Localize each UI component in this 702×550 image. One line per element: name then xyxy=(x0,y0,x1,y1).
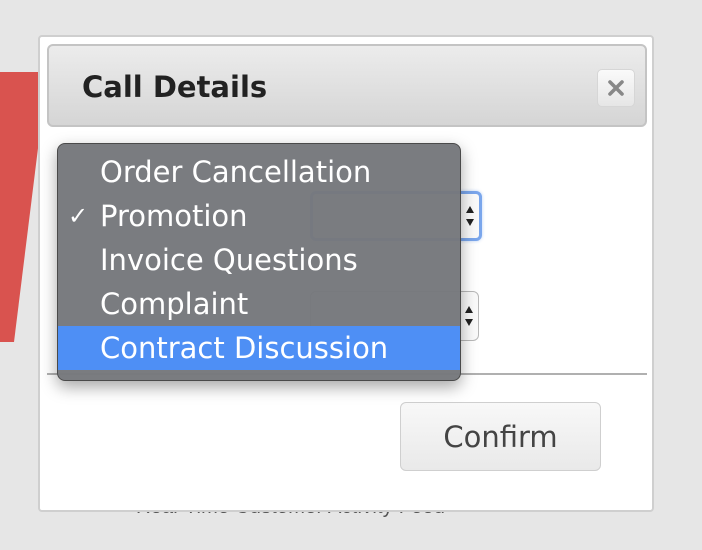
dialog-title: Call Details xyxy=(82,70,268,104)
dropdown-option-label: Invoice Questions xyxy=(100,243,358,277)
dropdown-option-label: Complaint xyxy=(100,287,249,321)
confirm-button[interactable]: Confirm xyxy=(400,402,601,471)
close-x-icon xyxy=(608,80,624,96)
dropdown-option-label: Contract Discussion xyxy=(100,331,389,365)
background-logo-fragment xyxy=(0,72,40,342)
checkmark-icon: ✓ xyxy=(68,202,89,230)
call-type-dropdown-menu: Order Cancellation ✓ Promotion Invoice Ques… xyxy=(57,143,461,381)
dropdown-option[interactable]: Order Cancellation xyxy=(58,150,460,194)
dropdown-option[interactable]: Contract Discussion xyxy=(58,326,460,370)
select-arrows-icon xyxy=(465,306,473,326)
dropdown-option-label: Order Cancellation xyxy=(100,155,372,189)
select-arrows-icon xyxy=(466,206,474,226)
dialog-header: Call Details xyxy=(47,44,647,127)
dropdown-option[interactable]: Invoice Questions xyxy=(58,238,460,282)
dropdown-option[interactable]: Complaint xyxy=(58,282,460,326)
close-button[interactable] xyxy=(597,69,635,107)
dropdown-option-label: Promotion xyxy=(100,199,248,233)
dropdown-option[interactable]: ✓ Promotion xyxy=(58,194,460,238)
